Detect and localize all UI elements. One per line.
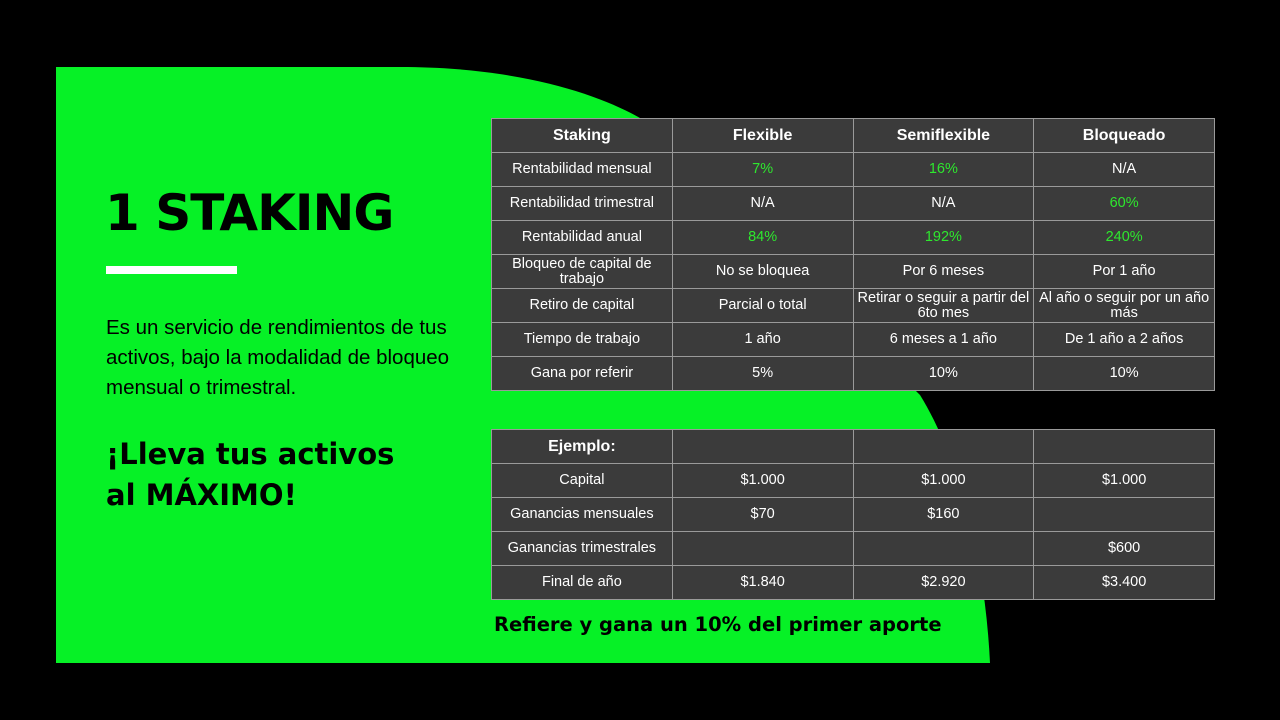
table-cell: 7%: [671, 152, 854, 187]
table-cell: Por 1 año: [1033, 254, 1215, 289]
table-cell: Por 6 meses: [852, 254, 1035, 289]
table-cell: [852, 531, 1035, 566]
table-cell: $3.400: [1033, 565, 1215, 600]
description-text: Es un servicio de rendimientos de tus ac…: [106, 316, 450, 399]
table-cell: $1.000: [671, 463, 854, 498]
table-cell: $160: [852, 497, 1035, 532]
table-cell: No se bloquea: [671, 254, 854, 289]
table-row: Tiempo de trabajo 1 año 6 meses a 1 año …: [491, 322, 1215, 357]
table-cell: [671, 531, 854, 566]
header-cell: [671, 429, 854, 464]
header-cell: Ejemplo:: [491, 429, 673, 464]
table-cell: Final de año: [491, 565, 673, 600]
table-cell: Retiro de capital: [491, 288, 673, 323]
cta-line-2: al MÁXIMO!: [106, 478, 297, 512]
table-row: Rentabilidad mensual 7% 16% N/A: [491, 152, 1215, 187]
staking-table: Staking Flexible Semiflexible Bloqueado …: [491, 118, 1215, 391]
table-cell: Retirar o seguir a partir del 6to mes: [852, 288, 1035, 323]
table-row: Rentabilidad trimestral N/A N/A 60%: [491, 186, 1215, 221]
page-title: 1 STAKING: [105, 184, 394, 242]
table-cell: Al año o seguir por un año más: [1033, 288, 1215, 323]
table-cell: 84%: [671, 220, 854, 255]
table-cell: N/A: [671, 186, 854, 221]
table-row: Final de año $1.840 $2.920 $3.400: [491, 565, 1215, 600]
example-table: Ejemplo: Capital $1.000 $1.000 $1.000 Ga…: [491, 429, 1215, 600]
table-cell: $70: [671, 497, 854, 532]
table-cell: 1 año: [671, 322, 854, 357]
header-cell: Flexible: [671, 118, 854, 153]
table-cell: 240%: [1033, 220, 1215, 255]
table-cell: 10%: [1033, 356, 1215, 391]
table-cell: 6 meses a 1 año: [852, 322, 1035, 357]
title-underline: [106, 266, 237, 274]
table-cell: [1033, 497, 1215, 532]
table-cell: 60%: [1033, 186, 1215, 221]
table-cell: N/A: [1033, 152, 1215, 187]
table-header-row: Ejemplo:: [491, 429, 1215, 464]
table-cell: De 1 año a 2 años: [1033, 322, 1215, 357]
table-row: Capital $1.000 $1.000 $1.000: [491, 463, 1215, 498]
header-cell: Bloqueado: [1033, 118, 1215, 153]
table-cell: $1.840: [671, 565, 854, 600]
table-cell: 16%: [852, 152, 1035, 187]
header-cell: [1033, 429, 1215, 464]
table-row: Retiro de capital Parcial o total Retira…: [491, 288, 1215, 323]
table-cell: Rentabilidad trimestral: [491, 186, 673, 221]
table-cell: N/A: [852, 186, 1035, 221]
table-cell: $2.920: [852, 565, 1035, 600]
table-cell: Ganancias trimestrales: [491, 531, 673, 566]
table-cell: Capital: [491, 463, 673, 498]
table-row: Ganancias mensuales $70 $160: [491, 497, 1215, 532]
table-cell: Rentabilidad mensual: [491, 152, 673, 187]
table-cell: 5%: [671, 356, 854, 391]
table-cell: Parcial o total: [671, 288, 854, 323]
table-cell: $1.000: [852, 463, 1035, 498]
table-row: Rentabilidad anual 84% 192% 240%: [491, 220, 1215, 255]
header-cell: [852, 429, 1035, 464]
call-to-action: ¡Lleva tus activos al MÁXIMO!: [106, 434, 394, 516]
table-cell: Gana por referir: [491, 356, 673, 391]
table-row: Gana por referir 5% 10% 10%: [491, 356, 1215, 391]
header-cell: Semiflexible: [852, 118, 1035, 153]
table-cell: $1.000: [1033, 463, 1215, 498]
cta-line-1: ¡Lleva tus activos: [106, 437, 395, 471]
table-cell: 10%: [852, 356, 1035, 391]
table-cell: Bloqueo de capital de trabajo: [491, 254, 673, 289]
referral-footer-text: Refiere y gana un 10% del primer aporte: [494, 613, 942, 636]
table-cell: Rentabilidad anual: [491, 220, 673, 255]
table-cell: $600: [1033, 531, 1215, 566]
header-cell: Staking: [491, 118, 673, 153]
table-row: Bloqueo de capital de trabajo No se bloq…: [491, 254, 1215, 289]
table-cell: Tiempo de trabajo: [491, 322, 673, 357]
table-row: Ganancias trimestrales $600: [491, 531, 1215, 566]
table-header-row: Staking Flexible Semiflexible Bloqueado: [491, 118, 1215, 153]
table-cell: Ganancias mensuales: [491, 497, 673, 532]
table-cell: 192%: [852, 220, 1035, 255]
